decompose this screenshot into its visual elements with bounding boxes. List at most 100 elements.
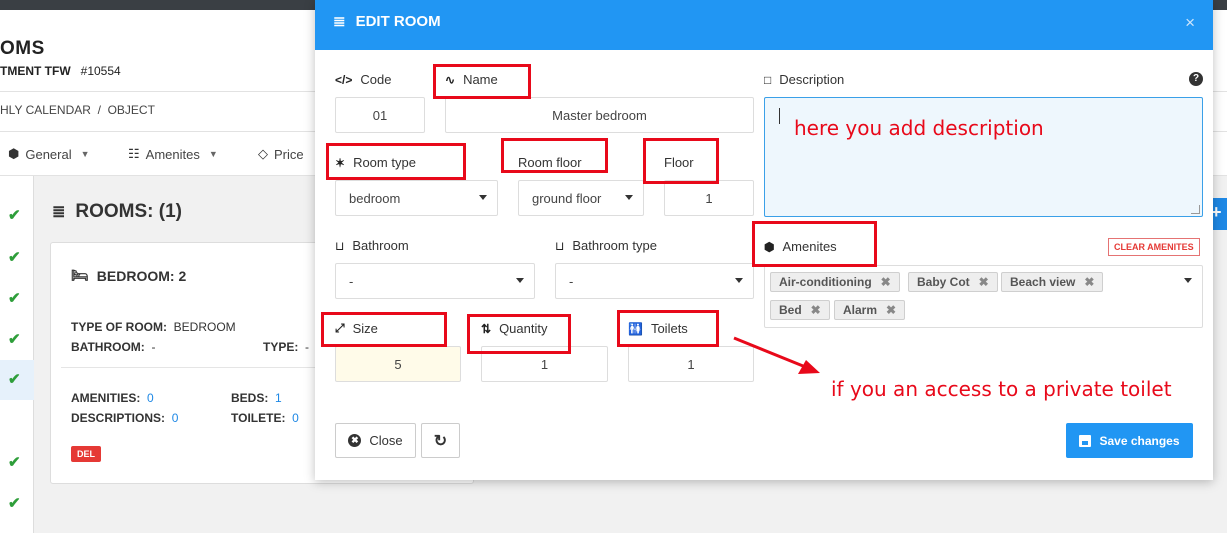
tab-amenites-label: Amenites [145, 146, 200, 162]
room-type-value: bedroom [349, 190, 401, 206]
room-list-sidebar: ✔ ✔ ✔ ✔ ✔ ✔ ✔ [0, 176, 34, 533]
delete-button[interactable]: DEL [71, 446, 101, 462]
code-icon: </> [335, 72, 353, 87]
remove-tag-icon[interactable]: ✖ [811, 303, 821, 317]
signature-icon: ∿ [445, 72, 456, 87]
toilets-label-text: Toilets [650, 321, 688, 336]
amenities-row: AMENITIES: 0 [71, 391, 154, 405]
type-value: - [305, 340, 310, 354]
restroom-icon: 🚻 [628, 321, 643, 336]
type-of-room-label: TYPE OF ROOM: [71, 320, 167, 334]
stack-icon: ≣ [333, 13, 346, 30]
breadcrumb-text: HLY CALENDAR / OBJECT [0, 103, 155, 117]
remove-tag-icon[interactable]: ✖ [1084, 275, 1094, 289]
bathroom-value: - [151, 340, 156, 354]
chevron-down-icon [735, 278, 743, 283]
object-id: #10554 [80, 64, 121, 78]
chevron-down-icon [479, 195, 487, 200]
room-type-label-text: Room type [353, 155, 416, 170]
close-icon[interactable]: × [1185, 13, 1195, 33]
chevron-down-icon [625, 195, 633, 200]
size-label: ⤢ Size [335, 321, 378, 336]
beds-value: 1 [275, 391, 282, 405]
code-label: </> Code [335, 72, 391, 87]
description-textarea[interactable] [764, 97, 1203, 217]
name-input[interactable]: Master bedroom [445, 97, 754, 133]
cube-icon: ⬢ [764, 239, 775, 254]
toilets-label: 🚻 Toilets [628, 321, 688, 336]
toilete-row: TOILETE: 0 [231, 411, 299, 425]
amenites-multiselect[interactable]: Air-conditioning ✖ Baby Cot ✖ Beach view ✖ … [764, 265, 1203, 328]
remove-tag-icon[interactable]: ✖ [979, 275, 989, 289]
quantity-label: ⇅ Quantity [481, 321, 547, 336]
amenities-value: 0 [147, 391, 154, 405]
save-changes-button[interactable]: Save changes [1066, 423, 1193, 458]
amenites-label-text: Amenites [782, 239, 837, 254]
cube-icon: ⬢ [8, 146, 20, 161]
resize-handle[interactable] [1191, 205, 1200, 214]
rooms-heading: ≣ ROOMS: (1) [52, 201, 182, 223]
grid-icon: ☷ [128, 146, 140, 161]
amenity-tag-label: Bed [779, 303, 802, 317]
descriptions-label: DESCRIPTIONS: [71, 411, 166, 425]
quantity-input[interactable]: 1 [481, 346, 608, 382]
help-icon[interactable]: ? [1189, 72, 1203, 86]
remove-tag-icon[interactable]: ✖ [886, 303, 896, 317]
size-input[interactable]: 5 [335, 346, 461, 382]
bathroom-label: ⊔ Bathroom [335, 238, 409, 253]
check-icon[interactable]: ✔ [8, 248, 21, 266]
text-cursor [779, 108, 780, 124]
room-floor-label-text: Room floor [518, 155, 582, 170]
bathroom-type-select[interactable]: - [555, 263, 754, 299]
code-label-text: Code [360, 72, 392, 87]
close-button[interactable]: ✖ Close [335, 423, 416, 458]
bathtub-icon: ⊔ [555, 238, 565, 253]
amenity-tag-label: Air-conditioning [779, 275, 872, 289]
clear-amenites-button[interactable]: CLEAR AMENITES [1108, 238, 1200, 256]
rooms-title: ROOMS: (1) [75, 201, 183, 222]
toilete-label: TOILETE: [231, 411, 286, 425]
floppy-disk-icon [1079, 434, 1092, 447]
room-floor-select[interactable]: ground floor [518, 180, 644, 216]
check-icon[interactable]: ✔ [8, 289, 21, 307]
amenites-label: ⬢ Amenites [764, 239, 837, 254]
code-input[interactable]: 01 [335, 97, 425, 133]
check-icon[interactable]: ✔ [0, 360, 34, 400]
bathtub-icon: ⊔ [335, 238, 345, 253]
amenity-tag-label: Alarm [843, 303, 878, 317]
bathroom-label-text: Bathroom [352, 238, 409, 253]
toilete-value: 0 [292, 411, 299, 425]
tab-amenites[interactable]: ☷ Amenites ▼ [128, 146, 218, 162]
check-icon[interactable]: ✔ [8, 206, 21, 224]
tag-icon: ◇ [258, 146, 268, 161]
bathroom-label: BATHROOM: [71, 340, 145, 354]
tab-general[interactable]: ⬢ General ▼ [8, 146, 90, 162]
expand-icon: ⤢ [335, 321, 345, 335]
room-type-select[interactable]: bedroom [335, 180, 498, 216]
check-icon[interactable]: ✔ [8, 453, 21, 471]
modal-title-text: EDIT ROOM [355, 12, 441, 30]
room-card-heading: 🛏 BEDROOM: 2 [71, 267, 186, 284]
bathroom-select[interactable]: - [335, 263, 535, 299]
description-label-text: Description [779, 72, 845, 87]
bathroom-type-label-text: Bathroom type [572, 238, 657, 253]
bed-icon: 🛏 [71, 267, 89, 283]
floor-input[interactable]: 1 [664, 180, 754, 216]
check-icon[interactable]: ✔ [8, 494, 21, 512]
modal-header: ≣ EDIT ROOM × [315, 0, 1213, 50]
amenity-tag: Bed ✖ [770, 300, 830, 320]
arrow-annotation [733, 336, 820, 374]
modal-title: ≣ EDIT ROOM [333, 12, 441, 31]
chevron-down-icon [516, 278, 524, 283]
type-label: TYPE: [263, 340, 299, 354]
save-button-label: Save changes [1099, 433, 1180, 448]
bathroom-value: - [349, 273, 354, 289]
check-icon[interactable]: ✔ [8, 330, 21, 348]
room-floor-value: ground floor [532, 190, 602, 206]
refresh-button[interactable]: ↻ [421, 423, 460, 458]
tab-price[interactable]: ◇ Price [258, 146, 304, 162]
name-label: ∿ Name [445, 72, 498, 87]
remove-tag-icon[interactable]: ✖ [881, 275, 891, 289]
amenity-tag-label: Baby Cot [917, 275, 970, 289]
amenity-tag: Baby Cot ✖ [908, 272, 998, 292]
